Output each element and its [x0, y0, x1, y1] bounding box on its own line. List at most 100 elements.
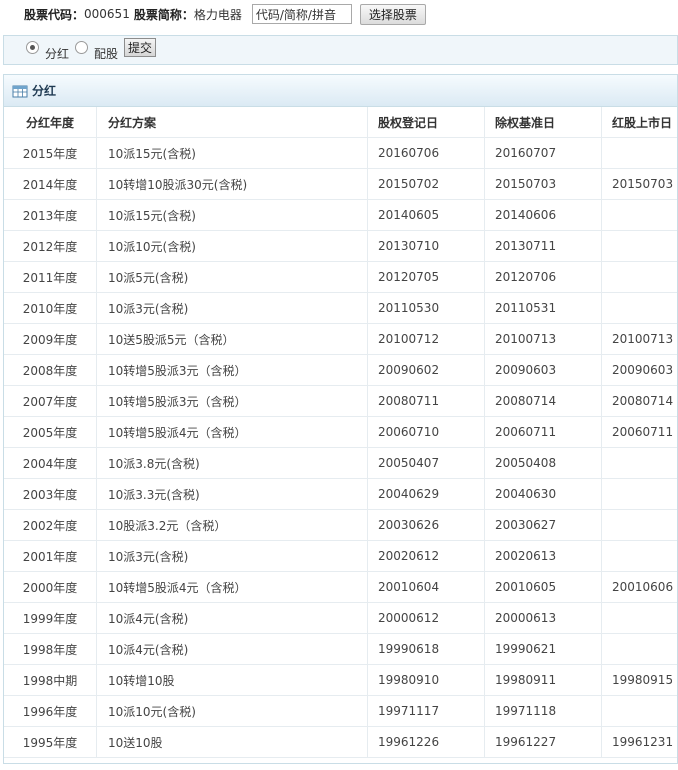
cell-ex-date: 20130711 [484, 230, 602, 262]
cell-listing-date [601, 447, 677, 479]
cell-plan: 10派3元(含税) [96, 540, 368, 572]
table-row: 2015年度 10派15元(含税) 20160706 20160707 [4, 137, 677, 169]
table-row: 1999年度 10派4元(含税) 20000612 20000613 [4, 602, 677, 634]
cell-ex-date: 20050408 [484, 447, 602, 479]
cell-listing-date: 20060711 [601, 416, 677, 448]
column-header-plan: 分红方案 [96, 107, 368, 138]
cell-listing-date [601, 478, 677, 510]
cell-plan: 10派3元(含税) [96, 292, 368, 324]
select-stock-button[interactable]: 选择股票 [359, 3, 426, 25]
cell-plan: 10派15元(含税) [96, 199, 368, 231]
cell-record-date: 20130710 [367, 230, 485, 262]
cell-record-date: 19980910 [367, 664, 485, 696]
cell-listing-date [601, 695, 677, 727]
cell-listing-date: 19961231 [601, 726, 677, 758]
column-header-ex-date: 除权基准日 [484, 107, 602, 138]
cell-record-date: 20060710 [367, 416, 485, 448]
grid-icon [12, 84, 28, 98]
column-header-record-date: 股权登记日 [367, 107, 485, 138]
cell-year: 1995年度 [4, 726, 97, 758]
cell-plan: 10转增5股派3元（含税） [96, 385, 368, 417]
radio-dividend-label: 分红 [45, 46, 70, 61]
radio-rights-issue-label: 配股 [94, 46, 119, 61]
cell-ex-date: 20100713 [484, 323, 602, 355]
cell-record-date: 19961226 [367, 726, 485, 758]
table-row: 2003年度 10派3.3元(含税) 20040629 20040630 [4, 478, 677, 510]
cell-ex-date: 20060711 [484, 416, 602, 448]
dividend-panel: 分红 分红年度 分红方案 股权登记日 除权基准日 红股上市日 2015年度 10派… [3, 74, 678, 764]
stock-code-label: 股票代码： [24, 7, 85, 22]
table-row: 2009年度 10送5股派5元（含税） 20100712 20100713 201007… [4, 323, 677, 355]
cell-record-date: 20040629 [367, 478, 485, 510]
cell-record-date: 20010604 [367, 571, 485, 603]
cell-listing-date: 20080714 [601, 385, 677, 417]
cell-plan: 10转增5股派4元（含税） [96, 571, 368, 603]
column-header-listing-date: 红股上市日 [601, 107, 677, 138]
cell-ex-date: 20080714 [484, 385, 602, 417]
cell-year: 2010年度 [4, 292, 97, 324]
stock-search-input[interactable] [251, 4, 352, 24]
cell-record-date: 20080711 [367, 385, 485, 417]
cell-year: 2009年度 [4, 323, 97, 355]
table-row: 1996年度 10派10元(含税) 19971117 19971118 [4, 695, 677, 727]
cell-year: 2014年度 [4, 168, 97, 200]
option-bar: 分红 配股 提交 [3, 35, 678, 65]
cell-year: 2001年度 [4, 540, 97, 572]
cell-listing-date [601, 137, 677, 169]
cell-ex-date: 20150703 [484, 168, 602, 200]
cell-ex-date: 19961227 [484, 726, 602, 758]
stock-code-value: 000651 [84, 7, 130, 21]
cell-record-date: 20090602 [367, 354, 485, 386]
table-row: 2013年度 10派15元(含税) 20140605 20140606 [4, 199, 677, 231]
cell-record-date: 20160706 [367, 137, 485, 169]
cell-ex-date: 20000613 [484, 602, 602, 634]
cell-plan: 10送10股 [96, 726, 368, 758]
radio-rights-issue[interactable] [75, 40, 89, 54]
cell-year: 2008年度 [4, 354, 97, 386]
cell-record-date: 20030626 [367, 509, 485, 541]
cell-listing-date: 20150703 [601, 168, 677, 200]
cell-ex-date: 19990621 [484, 633, 602, 665]
cell-year: 2007年度 [4, 385, 97, 417]
stock-name-value: 格力电器 [193, 7, 242, 22]
cell-ex-date: 20120706 [484, 261, 602, 293]
cell-record-date: 19971117 [367, 695, 485, 727]
cell-plan: 10派5元(含税) [96, 261, 368, 293]
cell-plan: 10派3.8元(含税) [96, 447, 368, 479]
cell-plan: 10派4元(含税) [96, 633, 368, 665]
table-row: 1998年度 10派4元(含税) 19990618 19990621 [4, 633, 677, 665]
cell-record-date: 20100712 [367, 323, 485, 355]
cell-ex-date: 20160707 [484, 137, 602, 169]
table-row: 2007年度 10转增5股派3元（含税） 20080711 20080714 20080… [4, 385, 677, 417]
cell-plan: 10转增5股派4元（含税） [96, 416, 368, 448]
stock-toolbar: 股票代码： 000651 股票简称： 格力电器 选择股票 [0, 0, 678, 28]
cell-year: 1999年度 [4, 602, 97, 634]
cell-listing-date [601, 509, 677, 541]
cell-record-date: 20150702 [367, 168, 485, 200]
cell-year: 2005年度 [4, 416, 97, 448]
cell-plan: 10转增10股派30元(含税) [96, 168, 368, 200]
table-row: 1995年度 10送10股 19961226 19961227 19961231 [4, 726, 677, 758]
cell-listing-date [601, 230, 677, 262]
cell-plan: 10派10元(含税) [96, 230, 368, 262]
cell-year: 1998年度 [4, 633, 97, 665]
cell-plan: 10股派3.2元（含税） [96, 509, 368, 541]
submit-button[interactable]: 提交 [124, 37, 157, 57]
table-row: 2011年度 10派5元(含税) 20120705 20120706 [4, 261, 677, 293]
cell-plan: 10派4元(含税) [96, 602, 368, 634]
cell-ex-date: 20020613 [484, 540, 602, 572]
cell-year: 2003年度 [4, 478, 97, 510]
cell-record-date: 20000612 [367, 602, 485, 634]
cell-year: 1996年度 [4, 695, 97, 727]
cell-ex-date: 20110531 [484, 292, 602, 324]
cell-plan: 10转增10股 [96, 664, 368, 696]
cell-record-date: 20120705 [367, 261, 485, 293]
cell-record-date: 20020612 [367, 540, 485, 572]
cell-listing-date: 20090603 [601, 354, 677, 386]
cell-record-date: 20050407 [367, 447, 485, 479]
radio-dividend[interactable] [26, 40, 39, 54]
table-row: 2002年度 10股派3.2元（含税） 20030626 20030627 [4, 509, 677, 541]
table-row: 2012年度 10派10元(含税) 20130710 20130711 [4, 230, 677, 262]
cell-ex-date: 20010605 [484, 571, 602, 603]
table-row: 1998中期 10转增10股 19980910 19980911 19980915 [4, 664, 677, 696]
